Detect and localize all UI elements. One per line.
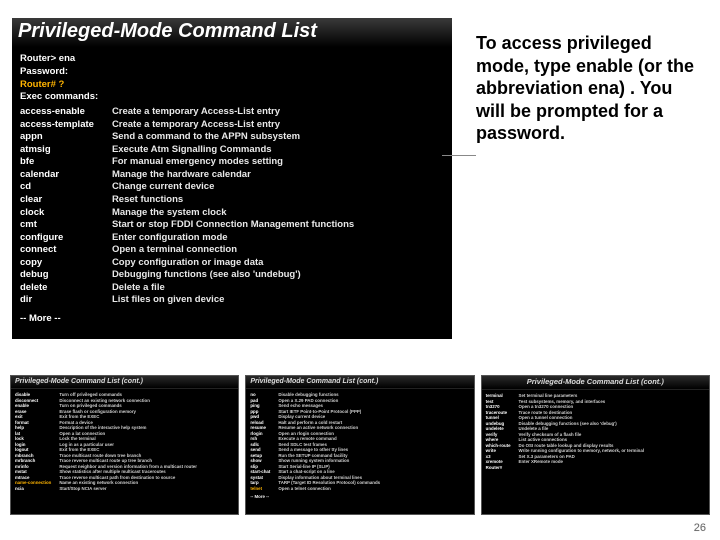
- prompt-lines: Router> enaPassword:Router# ?Exec comman…: [20, 53, 444, 104]
- thumb-command-desc: Open a telnet connection: [278, 486, 380, 492]
- command-row: deleteDelete a file: [20, 282, 354, 295]
- command-desc: Change current device: [112, 181, 354, 194]
- command-row: atmsigExecute Atm Signalling Commands: [20, 144, 354, 157]
- thumb-more-indicator: -- More --: [250, 494, 469, 499]
- command-row: access-templateCreate a temporary Access…: [20, 119, 354, 132]
- command-desc: Open a terminal connection: [112, 244, 354, 257]
- prompt-line: Router> ena: [20, 53, 444, 66]
- command-desc: Create a temporary Access-List entry: [112, 119, 354, 132]
- command-desc: Enter configuration mode: [112, 232, 354, 245]
- thumbnail-title: Privileged-Mode Command List (cont.): [11, 376, 238, 389]
- command-desc: Start or stop FDDI Connection Management…: [112, 219, 354, 232]
- command-name: cd: [20, 181, 112, 194]
- prompt-line: Exec commands:: [20, 91, 444, 104]
- thumbnail-body: terminalSet terminal line parameterstest…: [482, 390, 709, 514]
- command-name: clock: [20, 207, 112, 220]
- thumbnail-body: noDisable debugging functionspadOpen a X…: [246, 389, 473, 514]
- thumb-command-row: Router#: [486, 465, 644, 471]
- command-desc: Execute Atm Signalling Commands: [112, 144, 354, 157]
- thumbnail-row: Privileged-Mode Command List (cont.) dis…: [10, 375, 710, 515]
- command-name: dir: [20, 294, 112, 307]
- command-name: appn: [20, 131, 112, 144]
- command-name: bfe: [20, 156, 112, 169]
- command-name: copy: [20, 257, 112, 270]
- command-desc: Manage the system clock: [112, 207, 354, 220]
- command-row: bfeFor manual emergency modes setting: [20, 156, 354, 169]
- command-name: access-template: [20, 119, 112, 132]
- command-name: cmt: [20, 219, 112, 232]
- main-slide-title: Privileged-Mode Command List: [12, 18, 452, 47]
- command-row: configureEnter configuration mode: [20, 232, 354, 245]
- command-name: access-enable: [20, 106, 112, 119]
- command-table: access-enableCreate a temporary Access-L…: [20, 106, 354, 307]
- thumb-command-desc: Start/Stop NCIA server: [59, 486, 197, 492]
- thumb-command-name: telnet: [250, 486, 278, 492]
- command-row: clearReset functions: [20, 194, 354, 207]
- thumbnail-title: Privileged-Mode Command List (cont.): [482, 376, 709, 390]
- command-row: dirList files on given device: [20, 294, 354, 307]
- command-name: calendar: [20, 169, 112, 182]
- thumbnail-1: Privileged-Mode Command List (cont.) dis…: [10, 375, 239, 515]
- command-desc: List files on given device: [112, 294, 354, 307]
- main-slide: Privileged-Mode Command List Router> ena…: [12, 18, 452, 348]
- thumb-command-table: noDisable debugging functionspadOpen a X…: [250, 392, 380, 491]
- command-row: connectOpen a terminal connection: [20, 244, 354, 257]
- command-row: clockManage the system clock: [20, 207, 354, 220]
- command-name: debug: [20, 269, 112, 282]
- thumbnail-2: Privileged-Mode Command List (cont.) noD…: [245, 375, 474, 515]
- thumb-command-name: ncia: [15, 486, 59, 492]
- callout-connector: [442, 155, 476, 156]
- command-row: debugDebugging functions (see also 'unde…: [20, 269, 354, 282]
- command-desc: Send a command to the APPN subsystem: [112, 131, 354, 144]
- command-name: atmsig: [20, 144, 112, 157]
- command-name: connect: [20, 244, 112, 257]
- command-desc: Debugging functions (see also 'undebug'): [112, 269, 354, 282]
- command-row: appnSend a command to the APPN subsystem: [20, 131, 354, 144]
- command-row: calendarManage the hardware calendar: [20, 169, 354, 182]
- command-row: cmtStart or stop FDDI Connection Managem…: [20, 219, 354, 232]
- thumb-command-row-highlight: telnetOpen a telnet connection: [250, 486, 380, 492]
- command-desc: Copy configuration or image data: [112, 257, 354, 270]
- command-name: clear: [20, 194, 112, 207]
- prompt-line: Password:: [20, 66, 444, 79]
- thumb-command-table: terminalSet terminal line parameterstest…: [486, 393, 644, 470]
- command-name: delete: [20, 282, 112, 295]
- command-desc: Create a temporary Access-List entry: [112, 106, 354, 119]
- thumb-command-name: Router#: [486, 465, 519, 471]
- command-desc: For manual emergency modes setting: [112, 156, 354, 169]
- thumb-command-table: disableTurn off privileged commandsdisco…: [15, 392, 197, 491]
- command-desc: Manage the hardware calendar: [112, 169, 354, 182]
- command-desc: Reset functions: [112, 194, 354, 207]
- command-row: cdChange current device: [20, 181, 354, 194]
- thumb-command-desc: TARP (Target ID Resolution Protocol) com…: [278, 480, 380, 486]
- thumbnail-body: disableTurn off privileged commandsdisco…: [11, 389, 238, 514]
- prompt-line: Router# ?: [20, 79, 444, 92]
- terminal-panel: Router> enaPassword:Router# ?Exec comman…: [12, 47, 452, 339]
- command-row: copyCopy configuration or image data: [20, 257, 354, 270]
- side-note: To access privileged mode, type enable (…: [476, 32, 701, 145]
- thumbnail-title: Privileged-Mode Command List (cont.): [246, 376, 473, 389]
- thumb-command-desc: [519, 465, 644, 471]
- thumbnail-3: Privileged-Mode Command List (cont.) ter…: [481, 375, 710, 515]
- command-desc: Delete a file: [112, 282, 354, 295]
- thumb-command-row: nciaStart/Stop NCIA server: [15, 486, 197, 492]
- command-name: configure: [20, 232, 112, 245]
- slide-number: 26: [694, 522, 706, 534]
- command-row: access-enableCreate a temporary Access-L…: [20, 106, 354, 119]
- thumb-command-desc: Write running configuration to memory, n…: [519, 448, 644, 454]
- more-indicator: -- More --: [20, 313, 444, 324]
